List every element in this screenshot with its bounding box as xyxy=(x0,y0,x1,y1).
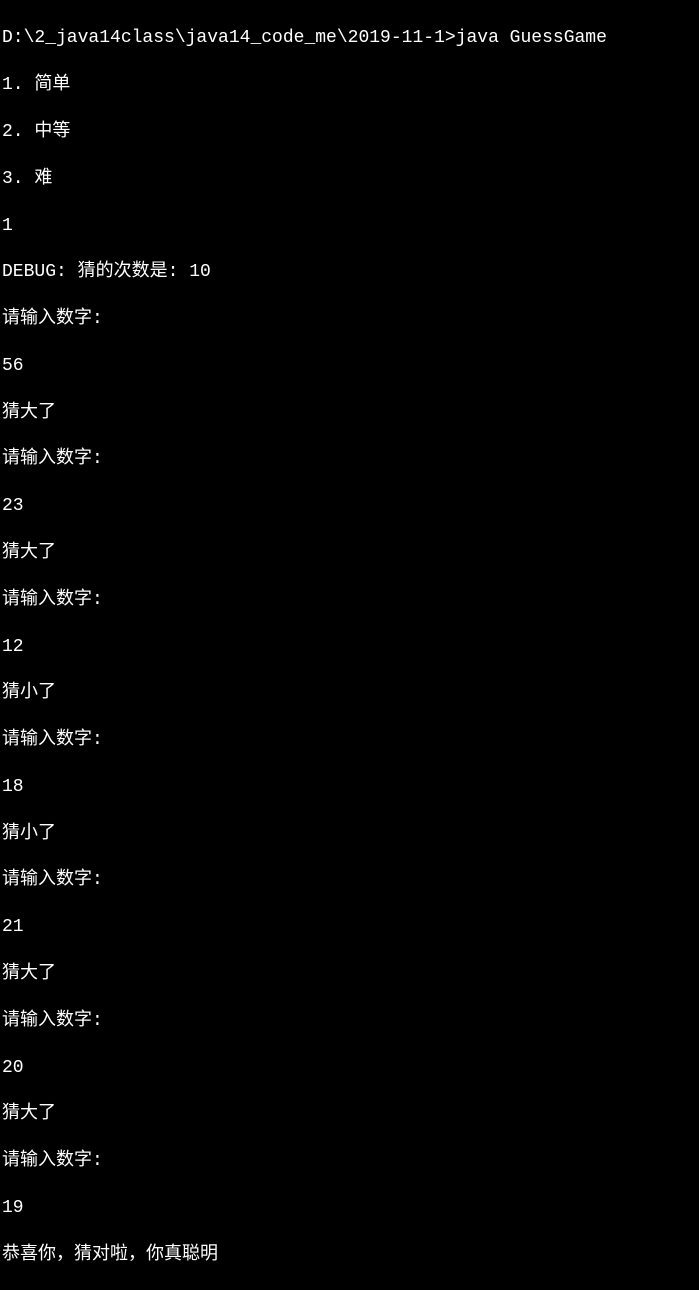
user-input-choice: 1 xyxy=(2,215,697,238)
menu-option-hard: 3. 难 xyxy=(2,168,697,191)
menu-option-medium: 2. 中等 xyxy=(2,121,697,144)
feedback-too-big: 猜大了 xyxy=(2,963,697,986)
feedback-too-big: 猜大了 xyxy=(2,402,697,425)
input-prompt: 请输入数字: xyxy=(2,448,697,471)
terminal-window[interactable]: D:\2_java14class\java14_code_me\2019-11-… xyxy=(2,4,697,1290)
guess-value: 23 xyxy=(2,495,697,518)
input-prompt: 请输入数字: xyxy=(2,1010,697,1033)
success-message: 恭喜你，猜对啦，你真聪明 xyxy=(2,1244,697,1267)
guess-value: 19 xyxy=(2,1197,697,1220)
input-prompt: 请输入数字: xyxy=(2,869,697,892)
input-prompt: 请输入数字: xyxy=(2,589,697,612)
guess-value: 21 xyxy=(2,916,697,939)
feedback-too-big: 猜大了 xyxy=(2,542,697,565)
feedback-too-small: 猜小了 xyxy=(2,682,697,705)
guess-value: 18 xyxy=(2,776,697,799)
guess-value: 12 xyxy=(2,636,697,659)
debug-output: DEBUG: 猜的次数是: 10 xyxy=(2,261,697,284)
input-prompt: 请输入数字: xyxy=(2,308,697,331)
input-prompt: 请输入数字: xyxy=(2,729,697,752)
feedback-too-small: 猜小了 xyxy=(2,823,697,846)
feedback-too-big: 猜大了 xyxy=(2,1103,697,1126)
command-prompt-line: D:\2_java14class\java14_code_me\2019-11-… xyxy=(2,27,697,50)
input-prompt: 请输入数字: xyxy=(2,1150,697,1173)
guess-value: 20 xyxy=(2,1057,697,1080)
guess-value: 56 xyxy=(2,355,697,378)
menu-option-easy: 1. 简单 xyxy=(2,74,697,97)
